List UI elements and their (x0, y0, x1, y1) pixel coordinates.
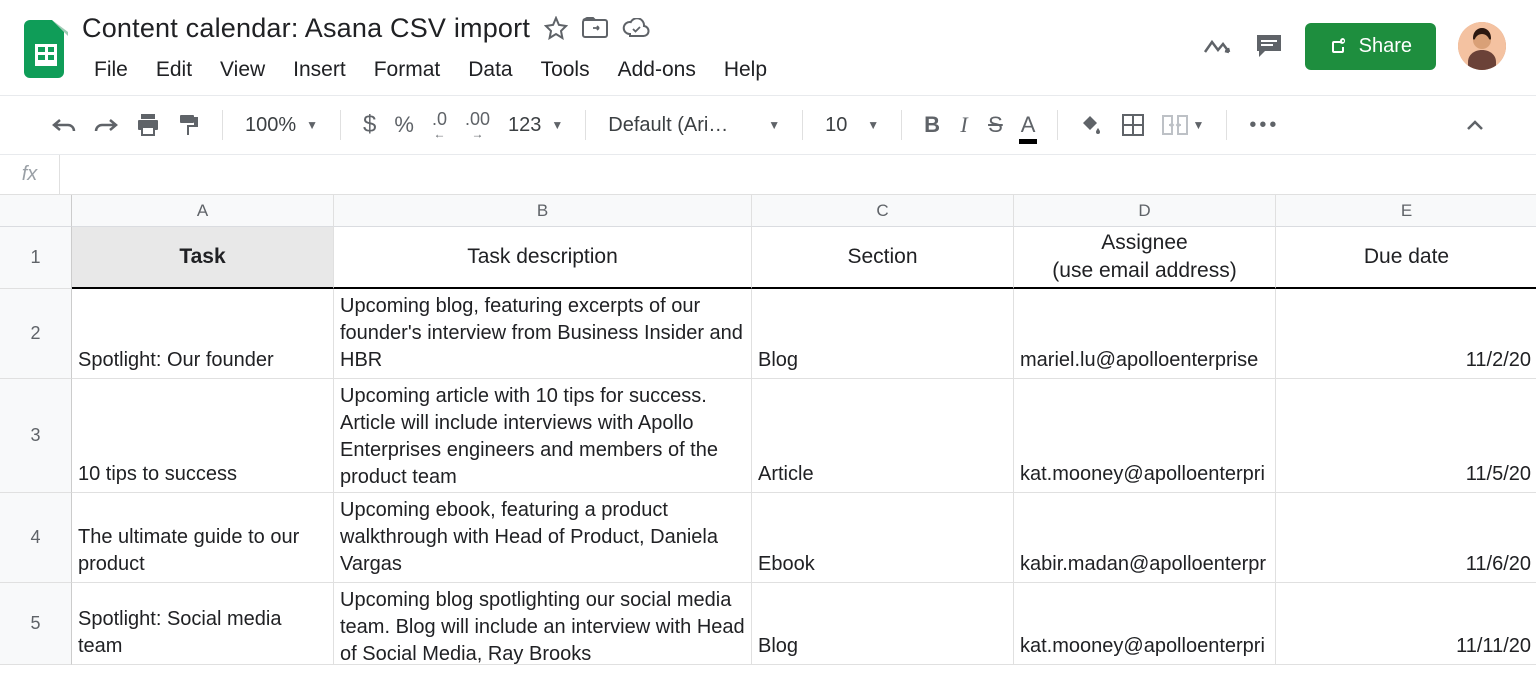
zoom-select[interactable]: 100%▼ (237, 108, 326, 143)
cloud-status-icon[interactable] (622, 18, 650, 38)
paint-format-icon[interactable] (170, 107, 208, 143)
menu-data[interactable]: Data (456, 54, 524, 86)
undo-icon[interactable] (44, 110, 84, 140)
row-header-4[interactable]: 4 (0, 493, 72, 583)
number-format-select[interactable]: 123▼ (500, 108, 571, 143)
menu-view[interactable]: View (208, 54, 277, 86)
toolbar: 100%▼ $ % .0← .00→ 123▼ Default (Ari…▼ 1… (0, 95, 1536, 155)
comments-icon[interactable] (1255, 33, 1283, 59)
document-title[interactable]: Content calendar: Asana CSV import (82, 13, 530, 44)
title-area: Content calendar: Asana CSV import File … (82, 8, 779, 86)
spreadsheet-grid: A B C D E 1 Task Task description Sectio… (0, 195, 1536, 665)
row-header-2[interactable]: 2 (0, 289, 72, 379)
cell-a4[interactable]: The ultimate guide to our product (72, 493, 334, 583)
cell-e2[interactable]: 11/2/20 (1276, 289, 1536, 379)
account-avatar[interactable] (1458, 22, 1506, 70)
print-icon[interactable] (128, 108, 168, 142)
cell-b1[interactable]: Task description (334, 227, 752, 289)
select-all-corner[interactable] (0, 195, 72, 227)
menu-addons[interactable]: Add-ons (606, 54, 708, 86)
collapse-toolbar-icon[interactable] (1458, 113, 1492, 137)
text-color-icon[interactable]: A (1013, 106, 1044, 144)
cell-e5[interactable]: 11/11/20 (1276, 583, 1536, 665)
cell-c2[interactable]: Blog (752, 289, 1014, 379)
row-header-3[interactable]: 3 (0, 379, 72, 493)
column-header-c[interactable]: C (752, 195, 1014, 227)
redo-icon[interactable] (86, 110, 126, 140)
sheets-logo[interactable] (20, 14, 72, 84)
increase-decimal-icon[interactable]: .00→ (457, 104, 498, 146)
percent-icon[interactable]: % (386, 106, 422, 144)
row-header-5[interactable]: 5 (0, 583, 72, 665)
fx-label: fx (0, 155, 60, 194)
strikethrough-icon[interactable]: S (980, 106, 1011, 144)
cell-d1[interactable]: Assignee (use email address) (1014, 227, 1276, 289)
cell-b4[interactable]: Upcoming ebook, featuring a product walk… (334, 493, 752, 583)
column-header-a[interactable]: A (72, 195, 334, 227)
cell-e1[interactable]: Due date (1276, 227, 1536, 289)
cell-e3[interactable]: 11/5/20 (1276, 379, 1536, 493)
menu-tools[interactable]: Tools (529, 54, 602, 86)
menu-file[interactable]: File (82, 54, 140, 86)
merge-cells-icon[interactable]: ▼ (1154, 109, 1212, 141)
cell-c4[interactable]: Ebook (752, 493, 1014, 583)
column-header-b[interactable]: B (334, 195, 752, 227)
star-icon[interactable] (544, 16, 568, 40)
cell-c1[interactable]: Section (752, 227, 1014, 289)
move-icon[interactable] (582, 17, 608, 39)
row-header-1[interactable]: 1 (0, 227, 72, 289)
menu-insert[interactable]: Insert (281, 54, 358, 86)
menu-edit[interactable]: Edit (144, 54, 204, 86)
menu-help[interactable]: Help (712, 54, 779, 86)
more-icon[interactable]: ••• (1241, 108, 1287, 143)
cell-c5[interactable]: Blog (752, 583, 1014, 665)
decrease-decimal-icon[interactable]: .0← (424, 104, 455, 146)
column-header-d[interactable]: D (1014, 195, 1276, 227)
cell-d2[interactable]: mariel.lu@apolloenterprise (1014, 289, 1276, 379)
menu-bar: File Edit View Insert Format Data Tools … (82, 54, 779, 86)
bold-icon[interactable]: B (916, 106, 948, 144)
cell-b2[interactable]: Upcoming blog, featuring excerpts of our… (334, 289, 752, 379)
cell-b3[interactable]: Upcoming article with 10 tips for succes… (334, 379, 752, 493)
cell-d5[interactable]: kat.mooney@apolloenterpri (1014, 583, 1276, 665)
column-header-e[interactable]: E (1276, 195, 1536, 227)
fill-color-icon[interactable] (1072, 108, 1112, 142)
activity-icon[interactable] (1203, 34, 1233, 58)
share-label: Share (1359, 35, 1412, 58)
cell-d3[interactable]: kat.mooney@apolloenterpri (1014, 379, 1276, 493)
currency-icon[interactable]: $ (355, 105, 384, 145)
formula-input[interactable] (60, 155, 1536, 194)
cell-d4[interactable]: kabir.madan@apolloenterpr (1014, 493, 1276, 583)
app-header: Content calendar: Asana CSV import File … (0, 0, 1536, 95)
italic-icon[interactable]: I (950, 106, 978, 144)
cell-a2[interactable]: Spotlight: Our founder (72, 289, 334, 379)
font-select[interactable]: Default (Ari…▼ (600, 108, 788, 143)
formula-bar: fx (0, 155, 1536, 195)
borders-icon[interactable] (1114, 108, 1152, 142)
cell-a1[interactable]: Task (72, 227, 334, 289)
font-size-select[interactable]: 10▼ (817, 108, 887, 143)
cell-a5[interactable]: Spotlight: Social media team (72, 583, 334, 665)
menu-format[interactable]: Format (362, 54, 453, 86)
share-button[interactable]: Share (1305, 23, 1436, 70)
header-actions: Share (1203, 22, 1516, 70)
cell-e4[interactable]: 11/6/20 (1276, 493, 1536, 583)
cell-b5[interactable]: Upcoming blog spotlighting our social me… (334, 583, 752, 665)
cell-c3[interactable]: Article (752, 379, 1014, 493)
cell-a3[interactable]: 10 tips to success (72, 379, 334, 493)
